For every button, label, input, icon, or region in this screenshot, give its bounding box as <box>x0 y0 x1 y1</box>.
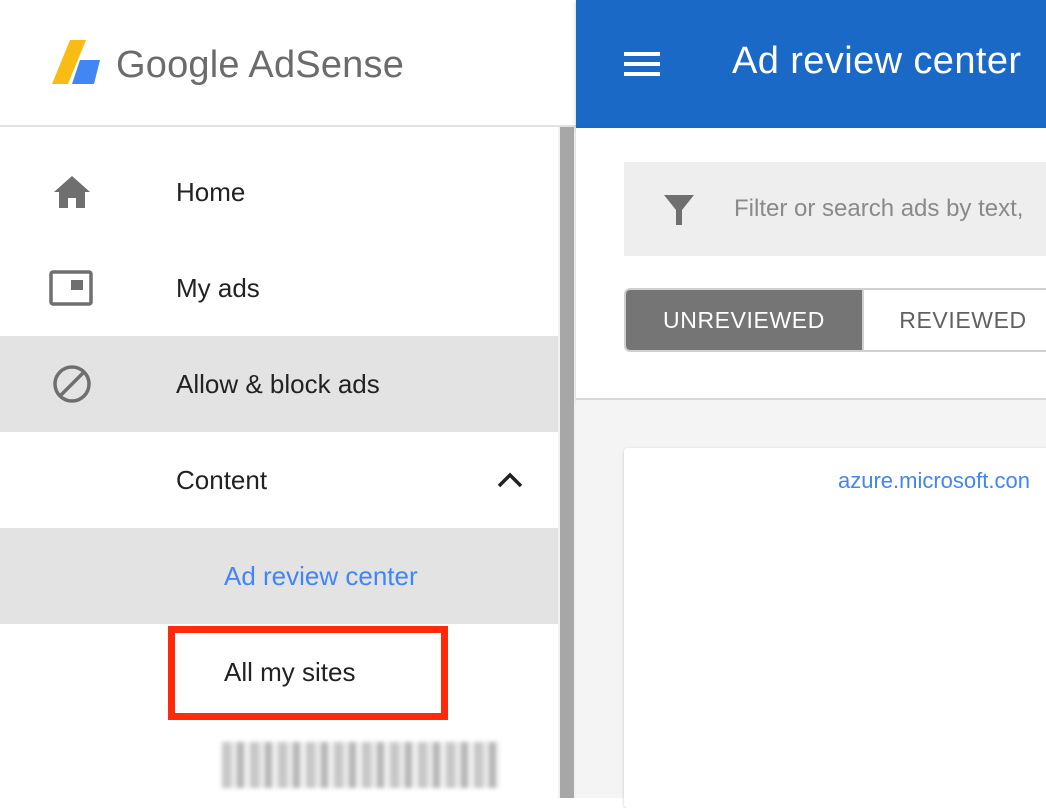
sidebar-item-all-my-sites[interactable]: All my sites <box>0 624 558 720</box>
home-icon <box>54 176 90 208</box>
sidebar-item-allow-block-ads[interactable]: Allow & block ads <box>0 336 558 432</box>
ad-domain-link[interactable]: azure.microsoft.con <box>838 468 1030 494</box>
app-topbar: Ad review center <box>576 0 1046 128</box>
block-icon <box>53 365 91 403</box>
sidebar-item-home[interactable]: Home <box>0 144 558 240</box>
ad-card[interactable]: azure.microsoft.con <box>624 448 1046 808</box>
sidebar-item-label: My ads <box>176 273 260 303</box>
sidebar-item-label: Content <box>176 465 268 495</box>
sidebar-item-label: Allow & block ads <box>176 369 380 399</box>
brand-name: Google AdSense <box>116 44 405 86</box>
page-title: Ad review center <box>732 40 1022 82</box>
ad-unit-icon <box>49 270 93 306</box>
filter-search-input[interactable] <box>734 162 1046 256</box>
tab-unreviewed[interactable]: UNREVIEWED <box>626 290 862 350</box>
menu-icon[interactable] <box>622 48 662 80</box>
redacted-site-item[interactable] <box>222 742 500 788</box>
brand-header: Google AdSense <box>0 0 576 127</box>
sidebar-item-label: Ad review center <box>224 561 418 591</box>
sidebar-item-label: All my sites <box>224 657 356 687</box>
tab-reviewed[interactable]: REVIEWED <box>862 290 1046 350</box>
content-area: azure.microsoft.con <box>576 400 1046 808</box>
review-tabs: UNREVIEWED REVIEWED <box>624 288 1046 352</box>
sidebar-item-label: Home <box>176 177 246 207</box>
sidebar-scrollbar[interactable] <box>558 127 576 798</box>
main-panel: UNREVIEWED REVIEWED <box>576 128 1046 400</box>
adsense-logo-icon <box>52 40 100 84</box>
sidebar-item-ad-review-center[interactable]: Ad review center <box>0 528 558 624</box>
sidebar-item-my-ads[interactable]: My ads <box>0 240 558 336</box>
filter-icon <box>664 195 694 225</box>
sidebar-item-content[interactable]: Content <box>0 432 558 528</box>
chevron-up-icon[interactable] <box>494 464 526 496</box>
filter-bar[interactable] <box>624 162 1046 256</box>
sidebar-scrollbar-thumb[interactable] <box>560 127 574 798</box>
